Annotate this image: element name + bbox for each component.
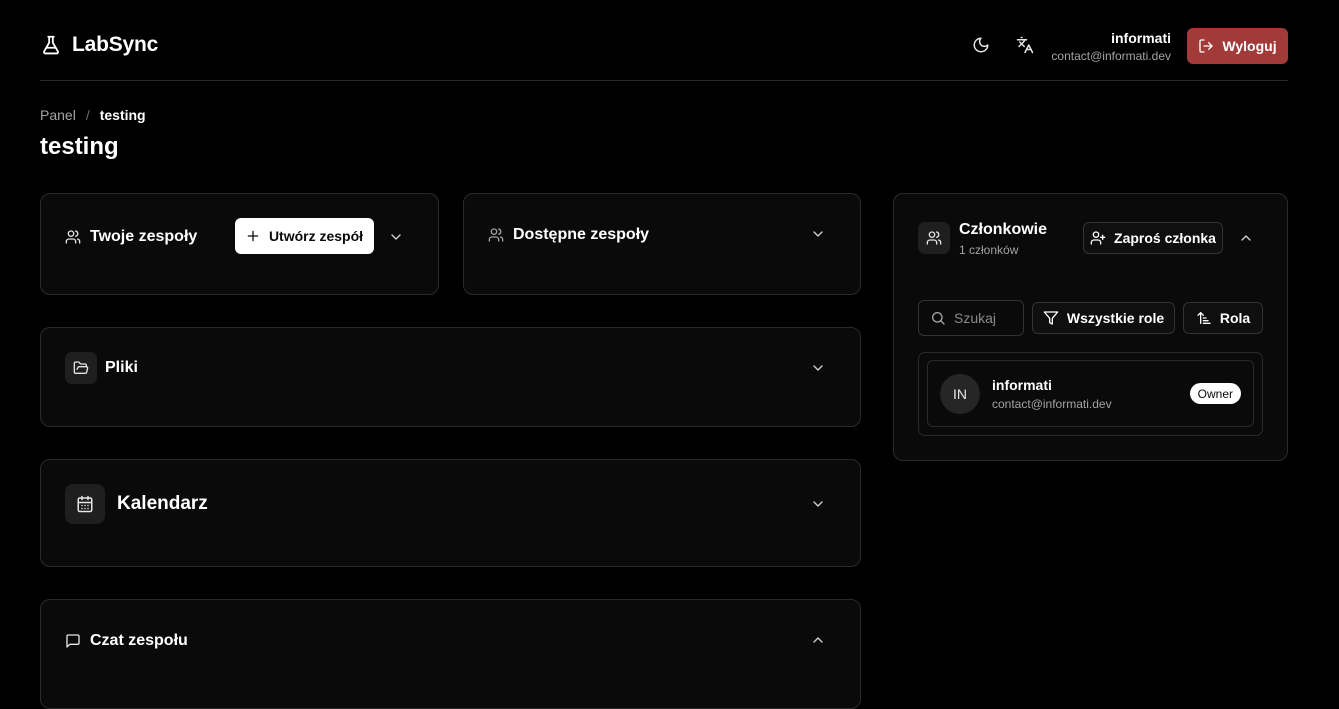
member-search[interactable]: [918, 300, 1024, 336]
user-plus-icon: [1090, 230, 1106, 246]
your-teams-card: Twoje zespoły Utwórz zespół: [40, 193, 439, 295]
team-chat-card: Czat zespołu: [40, 599, 861, 709]
folder-open-icon: [65, 352, 97, 384]
role-filter-label: Wszystkie role: [1066, 310, 1165, 326]
calendar-icon: [65, 484, 105, 524]
invite-member-label: Zaproś członka: [1114, 230, 1216, 246]
role-badge: Owner: [1189, 383, 1241, 404]
members-heading: Członkowie 1 członków: [959, 221, 1047, 257]
members-title: Członkowie: [959, 221, 1048, 238]
user-info: informati contact@informati.dev: [1051, 30, 1171, 65]
available-teams-title: Dostępne zespoły: [513, 226, 650, 243]
available-teams-header: Dostępne zespoły: [488, 226, 649, 244]
files-header: Pliki: [65, 352, 138, 384]
app-logo[interactable]: LabSync: [40, 33, 158, 57]
chevron-up-icon[interactable]: [810, 632, 826, 648]
your-teams-title: Twoje zespoły: [90, 228, 198, 245]
message-square-icon: [65, 633, 81, 649]
app-name: LabSync: [72, 33, 159, 56]
chevron-down-icon[interactable]: [810, 496, 826, 512]
search-icon: [930, 310, 946, 326]
chevron-down-icon[interactable]: [810, 226, 826, 242]
breadcrumb: Panel / testing: [40, 107, 146, 123]
member-search-input[interactable]: [954, 310, 1018, 326]
list-item[interactable]: IN informati contact@informati.dev Owner: [927, 360, 1254, 427]
breadcrumb-current: testing: [99, 107, 146, 123]
logout-button[interactable]: Wyloguj: [1187, 28, 1288, 64]
users-icon: [65, 229, 81, 245]
avatar: IN: [940, 374, 980, 414]
user-email: contact@informati.dev: [1051, 49, 1171, 63]
members-card: Członkowie 1 członków Zaproś członka Wsz…: [893, 193, 1288, 461]
team-chat-header: Czat zespołu: [65, 632, 188, 650]
calendar-card: Kalendarz: [40, 459, 861, 567]
logout-icon: [1198, 38, 1214, 54]
users-icon: [488, 227, 504, 243]
sort-icon: [1196, 310, 1212, 326]
plus-icon: [246, 229, 260, 243]
chevron-down-icon[interactable]: [388, 229, 404, 245]
invite-member-button[interactable]: Zaproś członka: [1083, 222, 1223, 254]
create-team-label: Utwórz zespół: [268, 228, 364, 244]
users-icon: [918, 222, 950, 254]
filter-icon: [1043, 310, 1059, 326]
team-chat-title: Czat zespołu: [90, 632, 188, 649]
breadcrumb-separator: /: [85, 107, 90, 123]
user-name: informati: [1111, 30, 1171, 46]
available-teams-card: Dostępne zespoły: [463, 193, 861, 295]
page-title: testing: [40, 133, 119, 160]
chevron-up-icon[interactable]: [1238, 230, 1254, 246]
files-card: Pliki: [40, 327, 861, 427]
files-title: Pliki: [105, 359, 138, 376]
logout-label: Wyloguj: [1222, 38, 1277, 54]
sort-role-button[interactable]: Rola: [1183, 302, 1263, 334]
member-name: informati: [992, 377, 1052, 393]
members-count: 1 członków: [959, 243, 1019, 257]
your-teams-header: Twoje zespoły: [65, 228, 197, 246]
breadcrumb-root[interactable]: Panel: [40, 107, 76, 123]
member-list: IN informati contact@informati.dev Owner: [918, 352, 1263, 436]
calendar-header: Kalendarz: [65, 484, 208, 524]
calendar-title: Kalendarz: [117, 493, 208, 514]
top-header: LabSync informati contact@informati.dev …: [40, 0, 1288, 81]
moon-icon[interactable]: [972, 36, 992, 56]
flask-icon: [40, 34, 62, 56]
chevron-down-icon[interactable]: [810, 360, 826, 376]
translate-icon[interactable]: [1016, 36, 1036, 56]
sort-role-label: Rola: [1219, 310, 1251, 326]
role-filter-button[interactable]: Wszystkie role: [1032, 302, 1175, 334]
member-email: contact@informati.dev: [992, 397, 1112, 411]
create-team-button[interactable]: Utwórz zespół: [235, 218, 374, 254]
